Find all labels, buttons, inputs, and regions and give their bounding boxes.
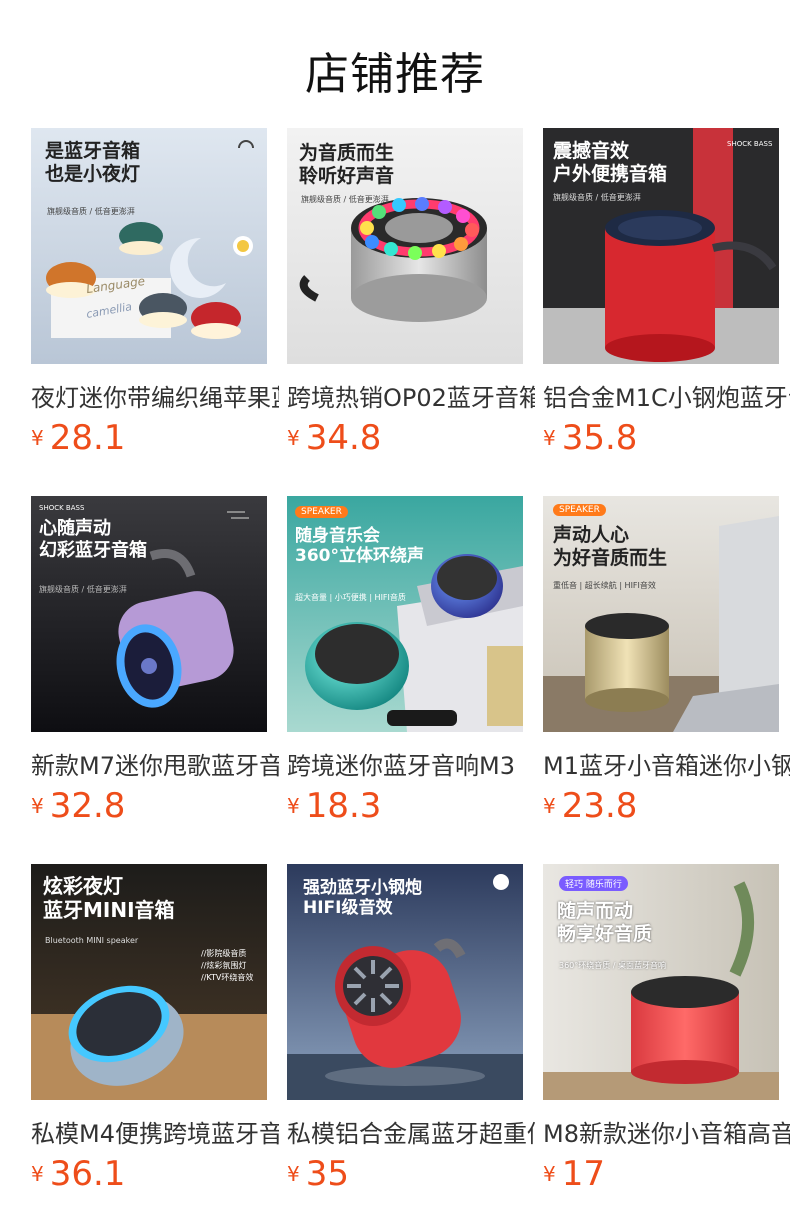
currency-symbol: ¥: [31, 794, 44, 818]
currency-symbol: ¥: [543, 1162, 556, 1186]
product-name[interactable]: 跨境迷你蓝牙音响M3: [287, 746, 535, 781]
product-name[interactable]: M1蓝牙小音箱迷你小钢炮: [543, 746, 790, 781]
image-subtitle: 重低音 | 超长续航 | HIFI音效: [553, 581, 656, 590]
product-price: ¥36.1: [31, 1154, 125, 1194]
currency-symbol: ¥: [543, 794, 556, 818]
image-subtitle: 旗舰级音质 / 低音更澎湃: [39, 585, 127, 594]
image-headline: 强劲蓝牙小钢炮 HIFI级音效: [303, 878, 422, 919]
price-value: 35.8: [561, 418, 638, 458]
image-tag: SPEAKER: [295, 506, 348, 518]
currency-symbol: ¥: [31, 426, 44, 450]
image-subtitle: 超大音量 | 小巧便携 | HIFI音质: [295, 593, 406, 602]
product-price: ¥35: [287, 1154, 349, 1194]
product-card[interactable]: 为音质而生 聆听好声音 旗舰级音质 / 低音更澎湃 跨境热销OP02蓝牙音箱 ¥…: [287, 128, 535, 458]
product-price: ¥18.3: [287, 786, 381, 826]
product-name[interactable]: 夜灯迷你带编织绳苹果蓝牙音响: [31, 378, 279, 413]
image-headline: 是蓝牙音箱 也是小夜灯: [45, 140, 141, 185]
currency-symbol: ¥: [287, 426, 300, 450]
product-card[interactable]: SPEAKER 随身音乐会 360°立体环绕声 超大音量 | 小巧便携 | HI…: [287, 496, 523, 826]
image-headline: 声动人心 为好音质而生: [553, 524, 668, 569]
image-headline: 随身音乐会 360°立体环绕声: [295, 526, 424, 567]
product-card[interactable]: SHOCK BASS 心随声动 幻彩蓝牙音箱 旗舰级音质 / 低音更澎湃 新款M…: [31, 496, 279, 826]
image-corner-text: SHOCK BASS: [39, 504, 85, 512]
product-price: ¥35.8: [543, 418, 637, 458]
image-subtitle: 旗舰级音质 / 低音更澎湃: [553, 193, 641, 202]
product-name[interactable]: 私模M4便携跨境蓝牙音箱: [31, 1114, 279, 1149]
price-value: 34.8: [305, 418, 382, 458]
product-card[interactable]: 是蓝牙音箱 也是小夜灯 旗舰级音质 / 低音更澎湃 Language camel…: [31, 128, 279, 458]
product-price: ¥23.8: [543, 786, 637, 826]
product-card[interactable]: 炫彩夜灯 蓝牙MINI音箱 Bluetooth MINI speaker //影…: [31, 864, 279, 1194]
product-price: ¥34.8: [287, 418, 381, 458]
product-card[interactable]: 强劲蓝牙小钢炮 HIFI级音效 私模铝合金属蓝牙超重低音 ¥35: [287, 864, 535, 1194]
product-name[interactable]: 跨境热销OP02蓝牙音箱: [287, 378, 535, 413]
image-tag: 轻巧 随乐而行: [559, 876, 628, 891]
price-value: 17: [561, 1154, 605, 1194]
image-subtitle: 旗舰级音质 / 低音更澎湃: [301, 195, 389, 204]
image-subtitle: Bluetooth MINI speaker: [45, 936, 139, 945]
image-headline: 炫彩夜灯 蓝牙MINI音箱: [43, 874, 175, 922]
price-value: 35: [305, 1154, 349, 1194]
currency-symbol: ¥: [287, 794, 300, 818]
price-value: 23.8: [561, 786, 638, 826]
product-name[interactable]: M8新款迷你小音箱高音质: [543, 1114, 790, 1149]
image-corner-text: SHOCK BASS: [727, 140, 773, 148]
product-card[interactable]: 震撼音效 户外便携音箱 旗舰级音质 / 低音更澎湃 SHOCK BASS 铝合金…: [543, 128, 790, 458]
image-subtitle: 旗舰级音质 / 低音更澎湃: [47, 207, 135, 216]
price-value: 36.1: [49, 1154, 126, 1194]
price-value: 32.8: [49, 786, 126, 826]
image-headline: 震撼音效 户外便携音箱: [553, 140, 668, 185]
product-price: ¥17: [543, 1154, 605, 1194]
product-name[interactable]: 新款M7迷你甩歌蓝牙音箱: [31, 746, 279, 781]
image-subtitle: 360°环绕音质 / 桌面蓝牙音响: [559, 961, 667, 970]
image-tag: SPEAKER: [553, 504, 606, 516]
currency-symbol: ¥: [287, 1162, 300, 1186]
currency-symbol: ¥: [543, 426, 556, 450]
product-price: ¥32.8: [31, 786, 125, 826]
image-headline: 心随声动 幻彩蓝牙音箱: [39, 518, 147, 561]
product-name[interactable]: 私模铝合金属蓝牙超重低音: [287, 1114, 535, 1149]
page-title: 店铺推荐: [305, 49, 485, 100]
product-card[interactable]: SPEAKER 声动人心 为好音质而生 重低音 | 超长续航 | HIFI音效 …: [543, 496, 790, 826]
product-price: ¥28.1: [31, 418, 125, 458]
currency-symbol: ¥: [31, 1162, 44, 1186]
price-value: 18.3: [305, 786, 382, 826]
product-card[interactable]: 轻巧 随乐而行 随声而动 畅享好音质 360°环绕音质 / 桌面蓝牙音响 M8新…: [543, 864, 790, 1194]
image-features: //影院级音质 //炫彩氛围灯 //KTV环绕音效: [201, 949, 254, 982]
image-headline: 随声而动 畅享好音质: [557, 900, 653, 945]
image-headline: 为音质而生 聆听好声音: [299, 142, 395, 187]
product-name[interactable]: 铝合金M1C小钢炮蓝牙音箱: [543, 378, 790, 413]
price-value: 28.1: [49, 418, 126, 458]
